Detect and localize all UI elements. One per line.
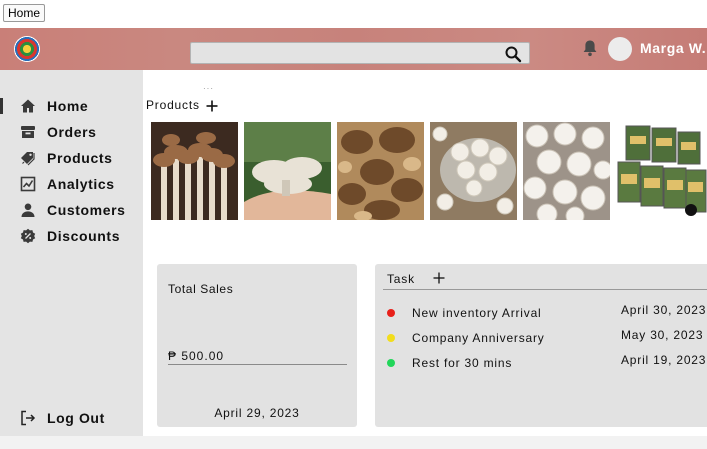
avatar[interactable] — [608, 37, 632, 61]
sidebar-item-home[interactable]: Home — [0, 95, 143, 117]
top-bar: Marga W. — [0, 28, 707, 70]
search-input[interactable] — [197, 45, 497, 61]
task-date: May 30, 2023 — [621, 328, 704, 342]
task-status-dot — [387, 334, 395, 342]
sidebar-item-label: Analytics — [47, 176, 115, 192]
task-name: Company Anniversary — [412, 331, 545, 345]
add-product-icon[interactable] — [206, 100, 218, 112]
task-card: Task New inventory Arrival April 30, 202… — [375, 264, 707, 427]
task-status-dot — [387, 309, 395, 317]
discount-badge-icon — [20, 228, 36, 244]
task-name: New inventory Arrival — [412, 306, 542, 320]
sidebar-item-discounts[interactable]: Discounts — [0, 225, 143, 247]
bell-icon[interactable] — [582, 39, 598, 57]
tab-home[interactable]: Home — [3, 4, 46, 22]
product-image-button-bowl[interactable] — [430, 122, 517, 220]
task-status-dot — [387, 359, 395, 367]
task-divider — [383, 289, 707, 290]
task-date: April 30, 2023 — [621, 303, 707, 317]
sidebar-item-label: Discounts — [47, 228, 121, 244]
user-name[interactable]: Marga W. — [640, 40, 706, 56]
sidebar-item-label: Orders — [47, 124, 97, 140]
sidebar-item-label: Home — [47, 98, 89, 114]
task-row[interactable]: New inventory Arrival April 30, 2023 — [375, 303, 707, 321]
product-image-shiitake[interactable] — [337, 122, 424, 220]
search-bar[interactable] — [190, 42, 530, 64]
products-heading: Products — [146, 98, 200, 112]
sidebar-item-label: Customers — [47, 202, 126, 218]
sidebar-item-analytics[interactable]: Analytics — [0, 173, 143, 195]
sidebar: Home Orders Products Analytics Customers — [0, 70, 143, 436]
browser-tab-strip: Home — [0, 0, 707, 28]
sidebar-item-label: Products — [47, 150, 113, 166]
sidebar-item-orders[interactable]: Orders — [0, 121, 143, 143]
task-name: Rest for 30 mins — [412, 356, 513, 370]
main-content: ··· Products Total Sales ₱ 500.00 April … — [143, 70, 707, 436]
logout-button[interactable]: Log Out — [0, 407, 143, 429]
sidebar-item-customers[interactable]: Customers — [0, 199, 143, 221]
total-sales-amount: ₱ 500.00 — [168, 349, 347, 365]
total-sales-card: Total Sales ₱ 500.00 April 29, 2023 — [157, 264, 357, 427]
product-image-chips-packs[interactable] — [616, 122, 707, 220]
person-icon — [21, 203, 35, 217]
task-title: Task — [387, 272, 415, 286]
company-logo[interactable] — [14, 36, 40, 62]
logout-icon — [21, 410, 36, 426]
search-icon[interactable] — [504, 45, 522, 63]
task-date: April 19, 2023 — [621, 353, 707, 367]
chart-icon — [20, 176, 36, 192]
sidebar-item-products[interactable]: Products — [0, 147, 143, 169]
total-sales-title: Total Sales — [168, 282, 234, 296]
archive-box-icon — [21, 126, 35, 138]
total-sales-date: April 29, 2023 — [214, 406, 300, 420]
task-row[interactable]: Company Anniversary May 30, 2023 — [375, 328, 707, 346]
product-image-oyster[interactable] — [244, 122, 331, 220]
task-row[interactable]: Rest for 30 mins April 19, 2023 — [375, 353, 707, 371]
tags-icon — [21, 152, 35, 166]
product-image-white-button[interactable] — [523, 122, 610, 220]
separator-dots: ··· — [203, 84, 214, 93]
product-image-shimeji[interactable] — [151, 122, 238, 220]
home-icon — [21, 99, 35, 113]
add-task-icon[interactable] — [433, 272, 445, 284]
logout-label: Log Out — [47, 410, 105, 426]
